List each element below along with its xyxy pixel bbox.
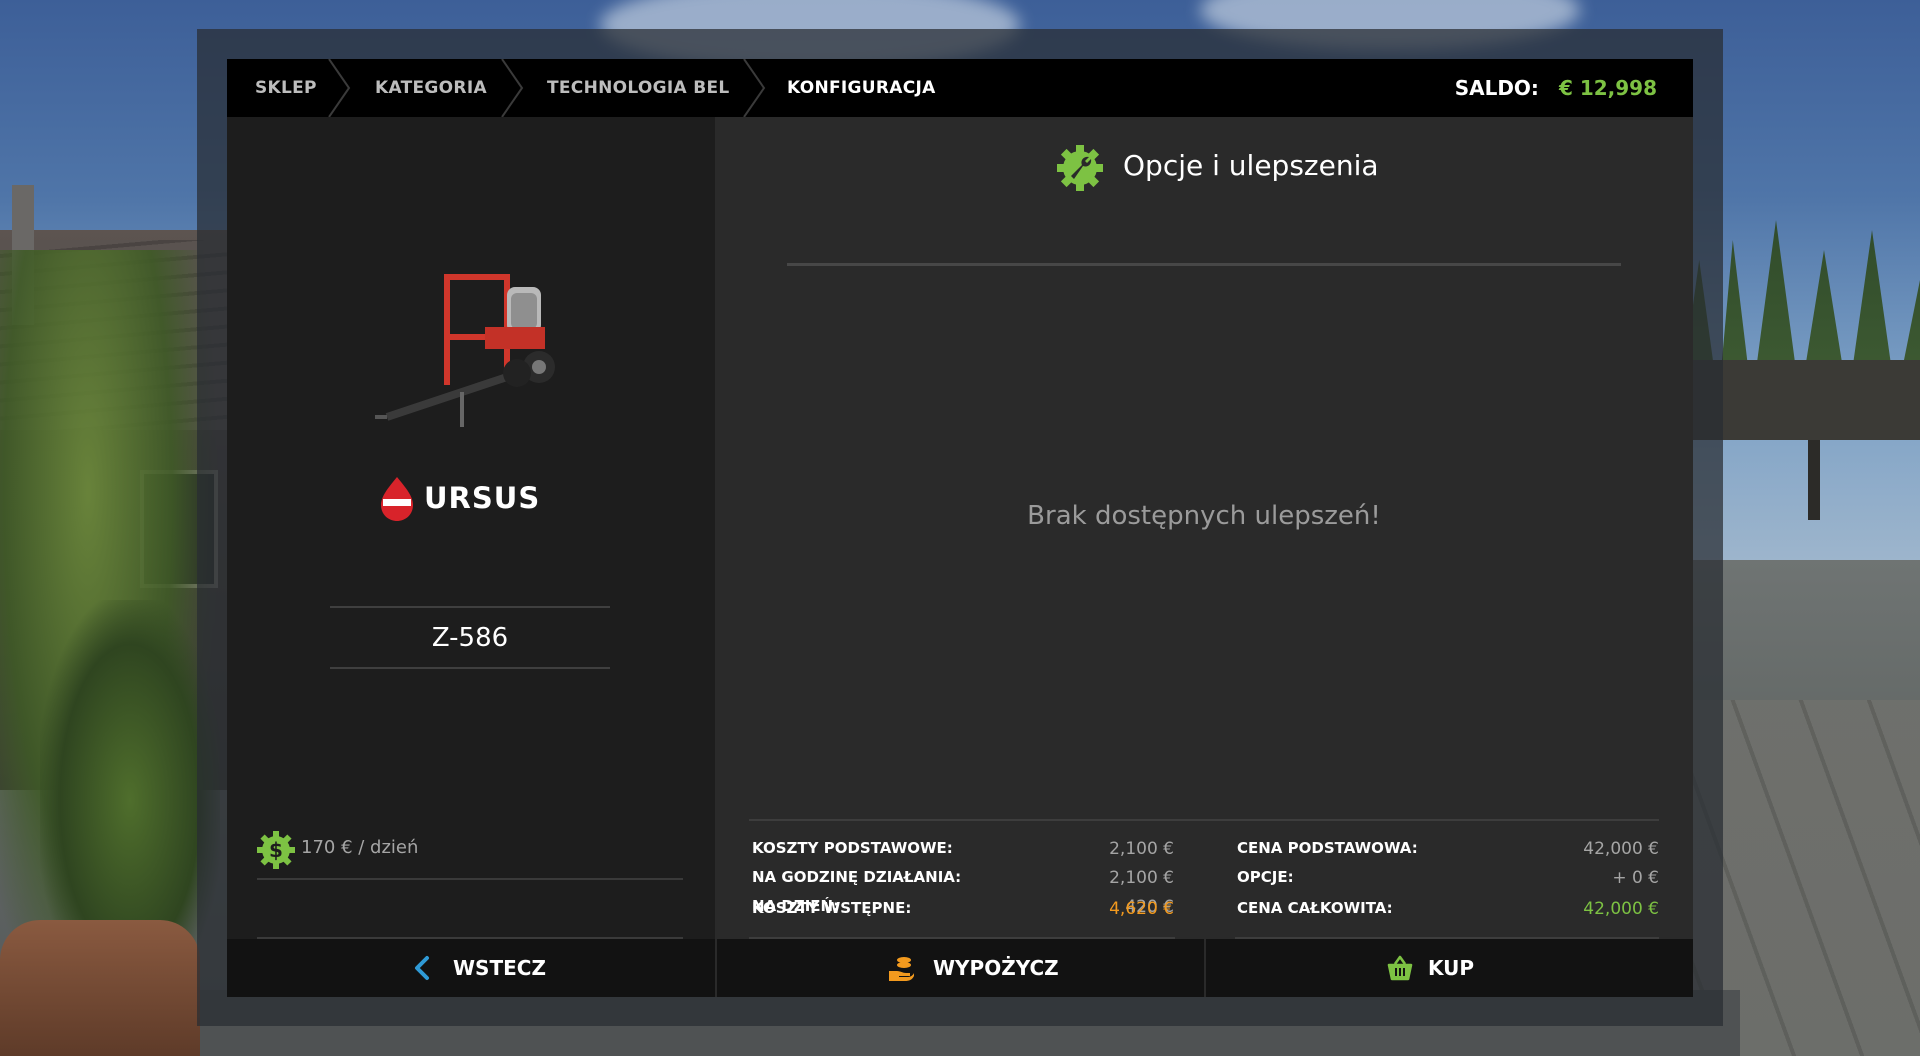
balance-label: SALDO:	[1454, 76, 1539, 100]
options-panel: Opcje i ulepszenia Brak dostępnych uleps…	[715, 117, 1693, 939]
shop-window: SKLEP KATEGORIA TECHNOLOGIA BEL KONFIGUR…	[227, 59, 1693, 997]
wrench-gear-icon	[1057, 145, 1103, 191]
buy-button-label: KUP	[1428, 956, 1475, 980]
total-price-label: CENA CAŁKOWITA:	[1237, 899, 1393, 917]
back-button-label: WSTECZ	[453, 956, 546, 980]
vehicle-panel: URSUS Z-586 $ 170 € / dzień	[227, 117, 715, 939]
breadcrumb-separator	[501, 59, 524, 117]
breadcrumb-separator	[328, 59, 351, 117]
cost-label: NA GODZINĘ DZIAŁANIA:	[752, 868, 962, 886]
breadcrumb-separator	[743, 59, 766, 117]
cost-row: KOSZTY PODSTAWOWE: 2,100 €	[752, 839, 1174, 863]
cost-row: NA GODZINĘ DZIAŁANIA: 2,100 €	[752, 868, 1174, 892]
divider	[749, 819, 1659, 821]
no-upgrades-message: Brak dostępnych ulepszeń!	[1027, 501, 1381, 531]
price-label: CENA PODSTAWOWA:	[1237, 839, 1418, 857]
total-price-row: CENA CAŁKOWITA: 42,000 €	[1237, 899, 1659, 923]
divider	[330, 606, 610, 608]
cost-label: KOSZTY PODSTAWOWE:	[752, 839, 953, 857]
vehicle-model: Z-586	[431, 623, 509, 653]
breadcrumb-category[interactable]: KATEGORIA	[375, 59, 487, 117]
bale-wrapper-image	[375, 274, 555, 427]
rent-price: 170 € / dzień	[301, 837, 419, 858]
svg-text:$: $	[269, 838, 283, 862]
lease-button-label: WYPOŻYCZ	[933, 956, 1059, 980]
back-button[interactable]: WSTECZ	[227, 939, 715, 997]
dollar-gear-icon: $	[257, 831, 295, 869]
action-bar: WSTECZ WYPOŻYCZ KUP	[227, 939, 1693, 997]
breadcrumb-subcategory[interactable]: TECHNOLOGIA BEL	[547, 59, 730, 117]
price-value: 42,000 €	[1583, 839, 1659, 859]
top-bar: SKLEP KATEGORIA TECHNOLOGIA BEL KONFIGUR…	[227, 59, 1693, 117]
price-row: CENA PODSTAWOWA: 42,000 €	[1237, 839, 1659, 863]
price-label: OPCJE:	[1237, 868, 1294, 886]
total-price-value: 42,000 €	[1583, 899, 1659, 919]
price-value: + 0 €	[1612, 868, 1659, 888]
basket-icon	[1387, 955, 1413, 981]
chevron-left-icon	[415, 956, 429, 980]
divider	[257, 878, 683, 880]
cost-value: 2,100 €	[1109, 868, 1174, 888]
divider	[330, 667, 610, 669]
buy-button[interactable]: KUP	[1206, 939, 1693, 997]
price-row: OPCJE: + 0 €	[1237, 868, 1659, 892]
initial-costs-label: KOSZTY WSTĘPNE:	[752, 899, 912, 917]
divider	[787, 263, 1621, 266]
ursus-bear-logo-icon	[381, 477, 413, 521]
shed-roof	[1690, 360, 1920, 440]
breadcrumb-configuration: KONFIGURACJA	[787, 78, 936, 98]
options-title: Opcje i ulepszenia	[1123, 149, 1379, 182]
lease-button[interactable]: WYPOŻYCZ	[717, 939, 1204, 997]
shed-post	[1808, 440, 1820, 520]
balance-value: € 12,998	[1558, 76, 1657, 100]
cost-value: 2,100 €	[1109, 839, 1174, 859]
brand-logo: URSUS	[377, 475, 577, 525]
breadcrumb-shop[interactable]: SKLEP	[255, 59, 317, 117]
initial-costs-row: KOSZTY WSTĘPNE: 4,620 €	[752, 899, 1174, 923]
hand-coins-icon	[889, 957, 914, 981]
brand-name: URSUS	[424, 481, 541, 515]
balance: SALDO: € 12,998	[1455, 59, 1657, 117]
initial-costs-value: 4,620 €	[1109, 899, 1174, 919]
flower-pot	[0, 920, 200, 1056]
